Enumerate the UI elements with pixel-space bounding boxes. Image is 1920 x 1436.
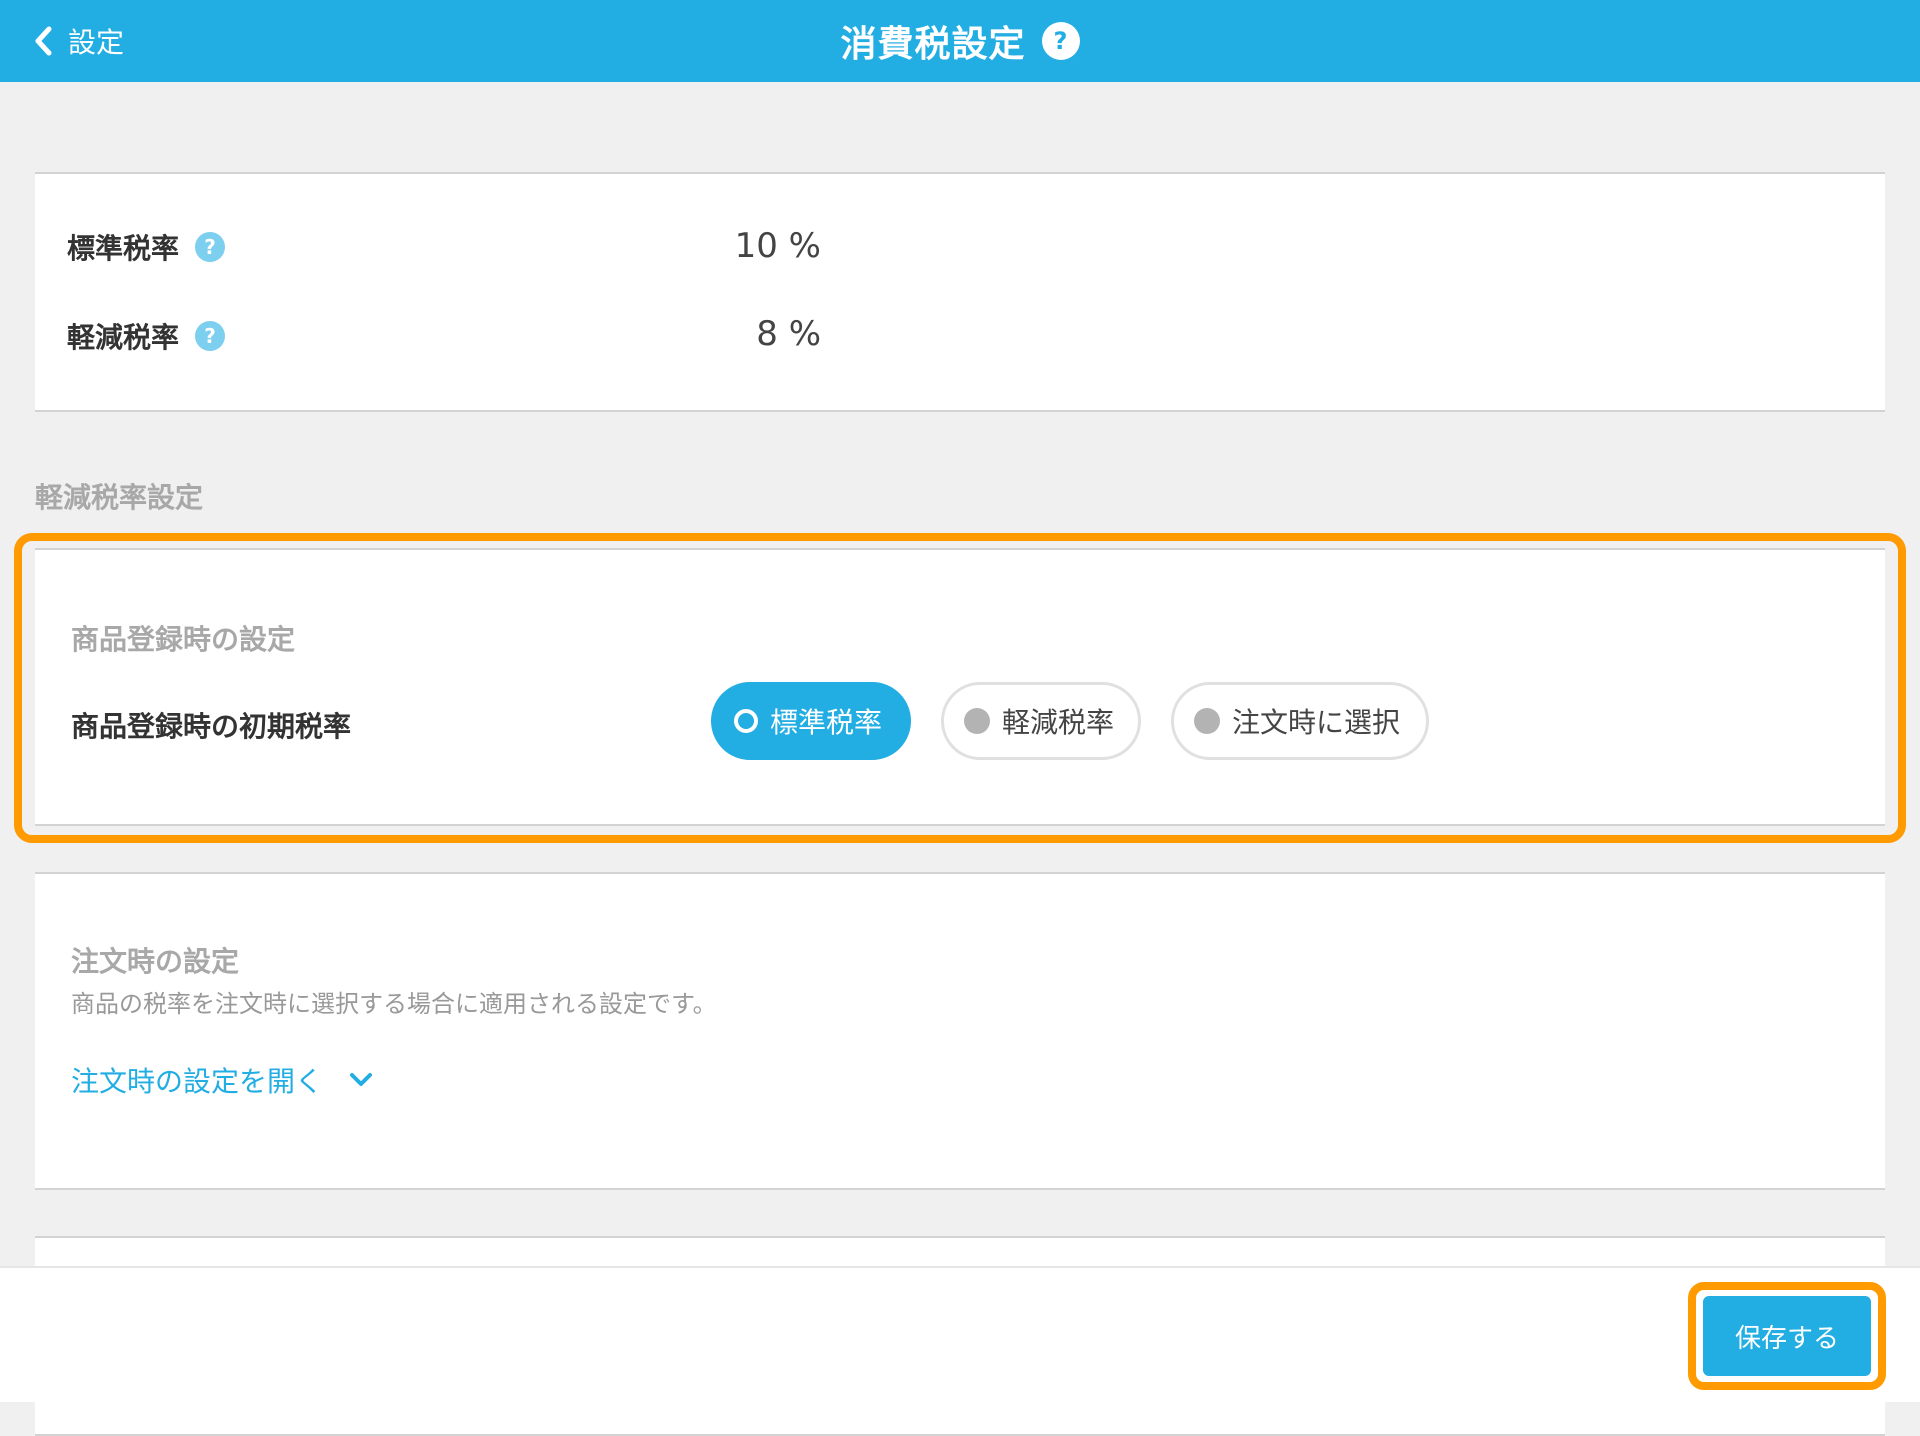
save-button[interactable]: 保存する [1703,1296,1871,1376]
question-circle-icon[interactable]: ? [1041,22,1080,60]
option-label: 注文時に選択 [1232,706,1401,739]
order-settings-title: 注文時の設定 [71,945,240,978]
order-settings-card: 注文時の設定 商品の税率を注文時に選択する場合に適用される設定です。 注文時の設… [35,872,1885,1190]
expand-link-label: 注文時の設定を開く [71,1065,324,1098]
reduced-rate-label: 軽減税率 [67,321,180,354]
standard-rate-label: 標準税率 [67,232,180,265]
standard-rate-row: 標準税率 ? [67,222,226,272]
initial-rate-label: 商品登録時の初期税率 [71,710,352,743]
reduced-rate-value: 8 % [756,314,821,354]
order-settings-description: 商品の税率を注文時に選択する場合に適用される設定です。 [71,990,717,1018]
question-circle-icon[interactable]: ? [195,232,226,262]
option-label: 軽減税率 [1002,706,1115,739]
reduced-rate-row: 軽減税率 ? [67,311,226,361]
page-title: 消費税設定 [840,24,1026,65]
ring-icon [734,709,758,733]
app-header: 設定 消費税設定 ? [0,0,1920,82]
chevron-down-icon [350,1073,373,1086]
footer-bar [0,1266,1920,1402]
option-reduced-rate[interactable]: 軽減税率 [941,682,1141,760]
option-label: 標準税率 [770,706,883,739]
product-registration-sub-label: 商品登録時の設定 [71,623,296,656]
option-select-at-order[interactable]: 注文時に選択 [1171,682,1429,760]
standard-rate-value: 10 % [734,226,821,266]
question-circle-icon[interactable]: ? [195,321,226,351]
option-standard-rate[interactable]: 標準税率 [711,682,911,760]
header-title-group: 消費税設定 ? [0,0,1920,82]
product-registration-card: 商品登録時の設定 商品登録時の初期税率 標準税率 軽減税率 注文時に選択 [35,548,1885,826]
tax-rate-card: 標準税率 ? 10 % 軽減税率 ? 8 % [35,172,1885,412]
dot-icon [964,708,990,734]
expand-order-settings-link[interactable]: 注文時の設定を開く [71,1060,373,1100]
reduced-settings-section-label: 軽減税率設定 [35,481,204,514]
dot-icon [1194,708,1220,734]
